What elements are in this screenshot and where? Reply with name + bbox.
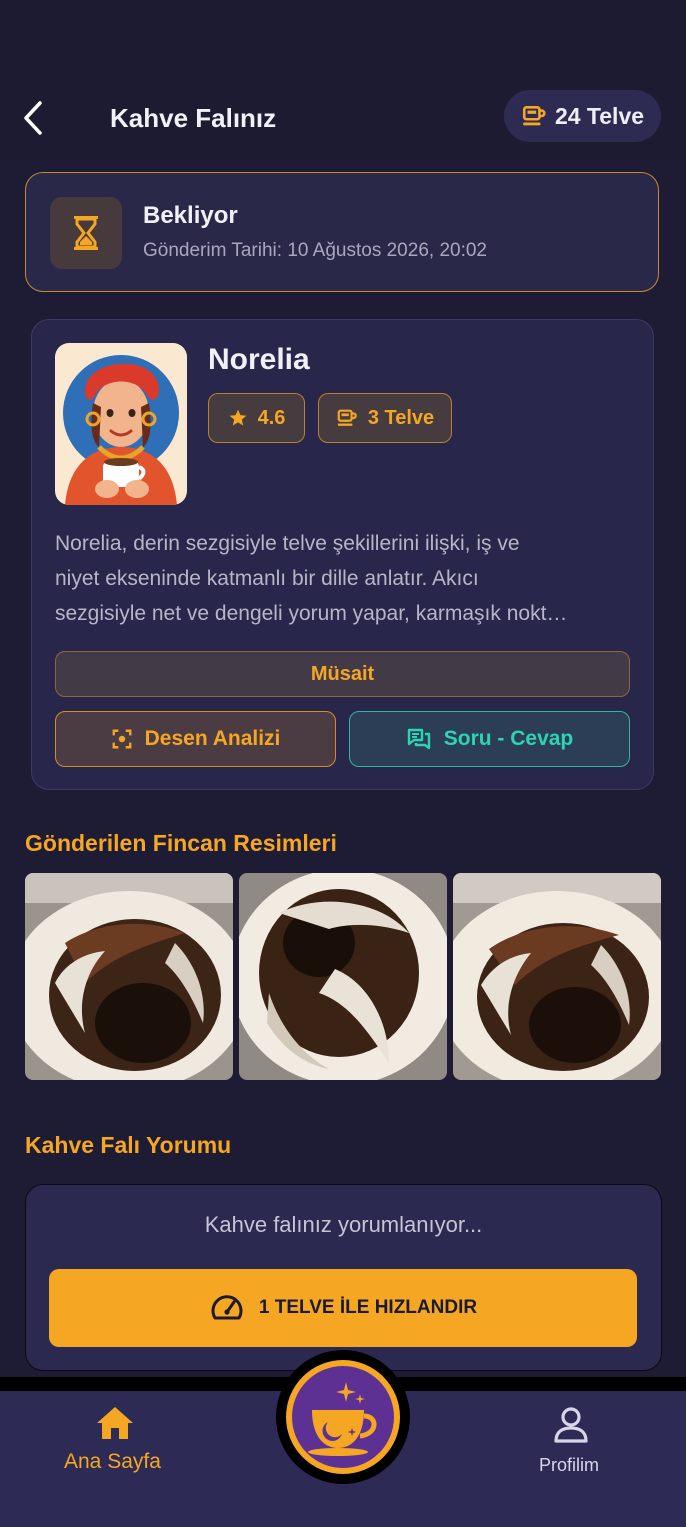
scan-icon xyxy=(112,729,132,749)
description-line: niyet ekseninde katmanlı bir dille anlat… xyxy=(55,567,479,590)
status-icon-box xyxy=(50,197,122,269)
question-answer-button[interactable]: Soru - Cevap xyxy=(349,711,630,767)
cup-images-heading: Gönderilen Fincan Resimleri xyxy=(25,830,337,856)
pattern-analysis-button[interactable]: Desen Analizi xyxy=(55,711,336,767)
fab-inner xyxy=(292,1366,394,1468)
rating-chip: 4.6 xyxy=(208,393,305,443)
back-button[interactable] xyxy=(20,100,50,136)
speed-up-button[interactable]: 1 TELVE İLE HIZLANDIR xyxy=(49,1269,637,1347)
page-title: Kahve Falınız xyxy=(110,103,277,133)
reader-description: Norelia, derin sezgisiyle telve şekiller… xyxy=(55,526,635,631)
availability-badge: Müsait xyxy=(55,651,630,697)
description-line: sezgisiyle net ve dengeli yorum yapar, k… xyxy=(55,602,568,625)
speed-up-label: 1 TELVE İLE HIZLANDIR xyxy=(258,1297,478,1318)
reader-name: Norelia xyxy=(208,343,310,376)
chevron-left-icon xyxy=(24,101,42,135)
speedometer-icon xyxy=(211,1295,243,1320)
interpretation-heading: Kahve Falı Yorumu xyxy=(25,1132,232,1158)
coffee-cup-icon xyxy=(522,106,546,126)
telve-balance-badge[interactable]: 24 Telve xyxy=(504,90,661,142)
interpretation-status: Kahve falınız yorumlanıyor... xyxy=(204,1212,483,1237)
cost-value: 3 Telve xyxy=(367,406,435,429)
status-title: Bekliyor xyxy=(143,202,238,229)
nav-home-label[interactable]: Ana Sayfa xyxy=(64,1450,161,1474)
submission-date: Gönderim Tarihi: 10 Ağustos 2026, 20:02 xyxy=(143,240,487,261)
cup-image[interactable] xyxy=(453,873,661,1080)
availability-text: Müsait xyxy=(310,662,375,685)
cost-chip: 3 Telve xyxy=(318,393,452,443)
center-action-button[interactable] xyxy=(286,1360,400,1474)
star-icon xyxy=(229,409,246,426)
description-line: Norelia, derin sezgisiyle telve şekiller… xyxy=(55,532,520,555)
cup-image[interactable] xyxy=(25,873,233,1080)
question-answer-label: Soru - Cevap xyxy=(443,727,574,750)
chat-icon xyxy=(407,728,430,750)
reader-avatar xyxy=(55,343,187,505)
profile-icon[interactable] xyxy=(553,1406,589,1444)
rating-value: 4.6 xyxy=(257,406,286,429)
nav-profile-label[interactable]: Profilim xyxy=(539,1455,599,1476)
cup-image[interactable] xyxy=(239,873,447,1080)
magic-coffee-cup-icon xyxy=(308,1382,377,1456)
home-icon[interactable] xyxy=(95,1405,135,1441)
hourglass-icon xyxy=(74,216,98,250)
pattern-analysis-label: Desen Analizi xyxy=(144,727,281,750)
telve-balance-text: 24 Telve xyxy=(554,102,645,129)
coffee-cup-icon xyxy=(337,409,357,426)
